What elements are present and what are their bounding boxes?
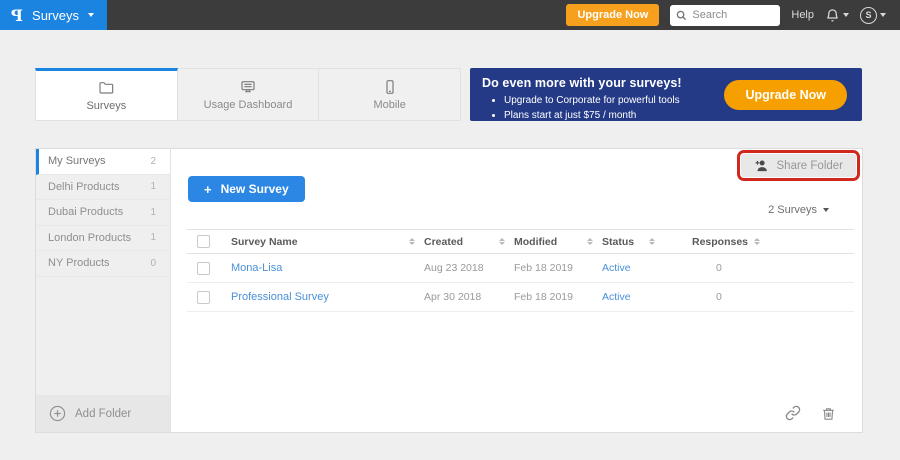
promo-banner: Do even more with your surveys! Upgrade … <box>470 68 862 121</box>
tab-mobile[interactable]: Mobile <box>319 69 460 120</box>
folder-count: 1 <box>150 181 156 193</box>
plus-icon <box>204 182 212 197</box>
row-checkbox[interactable] <box>197 261 210 275</box>
status-badge[interactable]: Active <box>602 291 631 303</box>
survey-name-link[interactable]: Professional Survey <box>231 291 329 303</box>
folders-sidebar: My Surveys 2 Delhi Products 1 Dubai Prod… <box>36 149 171 432</box>
sidebar-item-delhi-products[interactable]: Delhi Products 1 <box>36 175 170 200</box>
folder-label: London Products <box>48 231 132 244</box>
folder-icon <box>99 81 114 94</box>
sort-icon[interactable] <box>409 237 415 246</box>
header-label: Created <box>424 235 464 248</box>
sort-icon[interactable] <box>754 237 761 246</box>
add-folder-button[interactable]: Add Folder <box>36 395 170 432</box>
row-checkbox[interactable] <box>197 290 210 304</box>
chevron-down-icon <box>880 13 886 17</box>
trash-icon[interactable] <box>821 406 836 421</box>
surveys-panel: My Surveys 2 Delhi Products 1 Dubai Prod… <box>35 148 863 433</box>
sort-icon[interactable] <box>587 237 593 246</box>
folder-label: Dubai Products <box>48 206 124 219</box>
tab-label: Surveys <box>86 99 127 112</box>
folder-count: 0 <box>150 257 156 269</box>
modified-date: Feb 18 2019 <box>514 262 573 274</box>
table-row: Professional Survey Apr 30 2018 Feb 18 2… <box>187 283 854 312</box>
bell-icon <box>827 8 838 22</box>
tab-usage-dashboard[interactable]: Usage Dashboard <box>178 69 320 120</box>
topbar: P Surveys Upgrade Now Help S <box>0 0 900 30</box>
mobile-icon <box>386 79 394 94</box>
header-label: Modified <box>514 235 558 248</box>
chevron-down-icon <box>843 13 849 17</box>
survey-count-label: 2 Surveys <box>768 204 817 216</box>
survey-name-link[interactable]: Mona-Lisa <box>231 262 282 274</box>
sidebar-item-ny-products[interactable]: NY Products 0 <box>36 251 170 277</box>
sidebar-item-london-products[interactable]: London Products 1 <box>36 226 170 251</box>
new-survey-button[interactable]: New Survey <box>188 176 305 202</box>
share-folder-label: Share Folder <box>776 159 843 172</box>
header-survey-name[interactable]: Survey Name <box>231 236 424 248</box>
dashboard-icon <box>241 80 255 92</box>
created-date: Apr 30 2018 <box>424 291 482 303</box>
folder-count: 2 <box>150 155 156 167</box>
new-survey-label: New Survey <box>220 182 289 196</box>
sidebar-item-dubai-products[interactable]: Dubai Products 1 <box>36 200 170 226</box>
folder-count: 1 <box>150 206 156 218</box>
plus-circle-icon <box>49 405 66 422</box>
chevron-down-icon <box>823 208 829 212</box>
topbar-right: Upgrade Now Help S <box>566 4 900 26</box>
folder-count: 1 <box>150 232 156 244</box>
upgrade-now-button[interactable]: Upgrade Now <box>566 4 660 26</box>
header-status[interactable]: Status <box>602 236 664 248</box>
tab-label: Mobile <box>373 98 406 111</box>
notifications-menu[interactable] <box>825 8 849 23</box>
share-folder-button[interactable]: Share Folder <box>740 154 856 177</box>
banner-bullet: Plans start at just $75 / month <box>504 108 850 123</box>
survey-count-dropdown[interactable]: 2 Surveys <box>768 204 829 216</box>
chevron-down-icon <box>88 13 94 17</box>
header-modified[interactable]: Modified <box>514 236 602 248</box>
proprofs-logo-icon: P <box>11 5 24 25</box>
header-label: Survey Name <box>231 235 298 248</box>
folder-label: Delhi Products <box>48 180 120 193</box>
sort-icon[interactable] <box>649 237 655 246</box>
help-link[interactable]: Help <box>791 9 814 21</box>
tab-label: Usage Dashboard <box>203 98 293 111</box>
avatar: S <box>860 6 877 24</box>
product-menu-label: Surveys <box>32 7 79 23</box>
search-input[interactable] <box>692 9 775 21</box>
header-label: Status <box>602 235 635 248</box>
account-menu[interactable]: S <box>860 6 886 24</box>
folder-label: NY Products <box>48 257 110 270</box>
surveys-content: Share Folder New Survey 2 Surveys Survey… <box>171 149 862 432</box>
header-label: Responses <box>692 235 749 248</box>
sort-icon[interactable] <box>499 237 505 246</box>
modified-date: Feb 18 2019 <box>514 291 573 303</box>
sidebar-item-my-surveys[interactable]: My Surveys 2 <box>36 149 170 175</box>
main-tabs: Surveys Usage Dashboard Mobile <box>35 68 461 121</box>
banner-upgrade-button[interactable]: Upgrade Now <box>724 79 847 110</box>
tab-surveys[interactable]: Surveys <box>35 68 178 120</box>
folder-label: My Surveys <box>48 155 106 168</box>
search-box[interactable] <box>670 4 781 26</box>
person-plus-icon <box>755 160 767 172</box>
header-responses[interactable]: Responses <box>692 235 761 248</box>
table-header-row: Survey Name Created Modified Status Resp… <box>187 229 854 254</box>
add-folder-label: Add Folder <box>75 407 132 420</box>
bulk-actions <box>785 405 836 421</box>
search-icon <box>677 10 687 20</box>
table-row: Mona-Lisa Aug 23 2018 Feb 18 2019 Active… <box>187 254 854 283</box>
select-all-checkbox[interactable] <box>197 235 210 248</box>
surveys-table: Survey Name Created Modified Status Resp… <box>187 229 854 312</box>
annotation-highlight: Share Folder <box>736 150 860 181</box>
header-created[interactable]: Created <box>424 236 514 248</box>
link-icon[interactable] <box>785 405 801 421</box>
status-badge[interactable]: Active <box>602 262 631 274</box>
brand-product-menu[interactable]: P Surveys <box>0 0 107 30</box>
responses-count: 0 <box>716 291 722 303</box>
responses-count: 0 <box>716 262 722 274</box>
created-date: Aug 23 2018 <box>424 262 484 274</box>
